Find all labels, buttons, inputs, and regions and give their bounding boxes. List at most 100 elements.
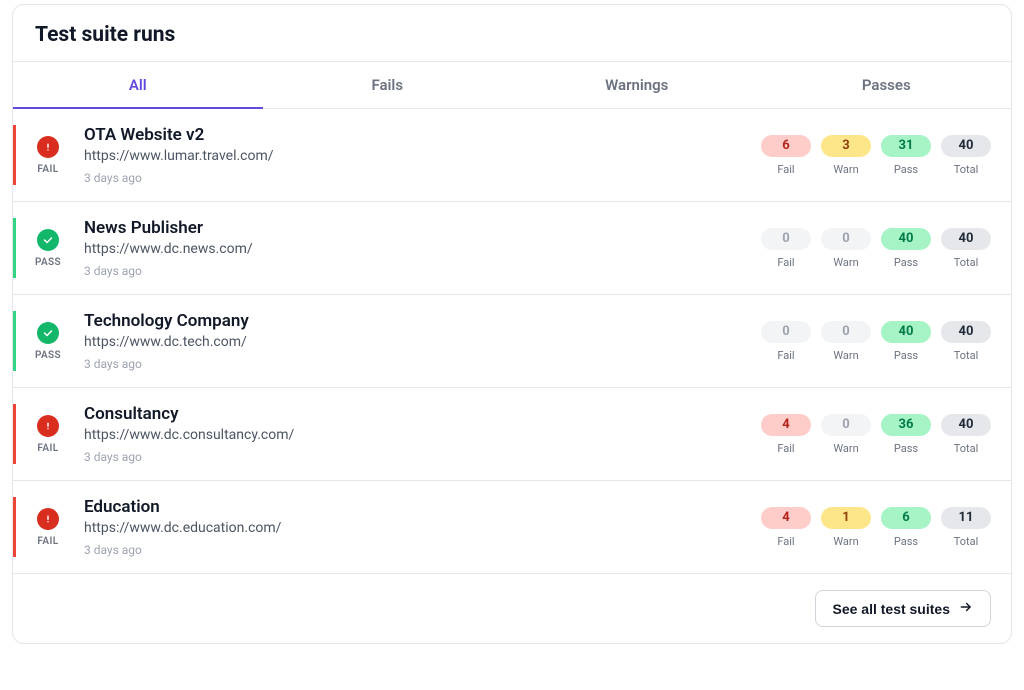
pass-label: Pass — [894, 349, 918, 362]
fail-icon — [37, 415, 59, 437]
pass-label: Pass — [894, 442, 918, 455]
warn-count: 0 — [821, 414, 871, 436]
pass-label: Pass — [894, 163, 918, 176]
run-main: Education https://www.dc.education.com/ … — [76, 497, 761, 557]
stat-warn: 1 Warn — [821, 507, 871, 548]
see-all-test-suites-button[interactable]: See all test suites — [815, 590, 991, 627]
runs-list: FAIL OTA Website v2 https://www.lumar.tr… — [13, 109, 1011, 573]
warn-label: Warn — [833, 163, 858, 176]
arrow-right-icon — [958, 600, 974, 617]
status-col: FAIL — [20, 404, 76, 464]
stat-pass: 31 Pass — [881, 135, 931, 176]
run-timestamp: 3 days ago — [84, 357, 761, 371]
page-title: Test suite runs — [35, 23, 989, 47]
test-run-row[interactable]: FAIL OTA Website v2 https://www.lumar.tr… — [13, 109, 1011, 202]
stat-pass: 36 Pass — [881, 414, 931, 455]
run-stats: 0 Fail 0 Warn 40 Pass 40 Total — [761, 218, 991, 278]
pass-count: 31 — [881, 135, 931, 157]
stat-warn: 0 Warn — [821, 321, 871, 362]
stat-fail: 0 Fail — [761, 228, 811, 269]
run-timestamp: 3 days ago — [84, 543, 761, 557]
run-stats: 4 Fail 0 Warn 36 Pass 40 Total — [761, 404, 991, 464]
run-main: Technology Company https://www.dc.tech.c… — [76, 311, 761, 371]
pass-label: Pass — [894, 256, 918, 269]
tab-passes[interactable]: Passes — [762, 62, 1012, 108]
stat-total: 40 Total — [941, 321, 991, 362]
total-label: Total — [954, 163, 979, 176]
stat-fail: 4 Fail — [761, 414, 811, 455]
run-main: News Publisher https://www.dc.news.com/ … — [76, 218, 761, 278]
fail-label: Fail — [777, 535, 794, 548]
status-label: FAIL — [37, 443, 58, 454]
stat-pass: 40 Pass — [881, 228, 931, 269]
pass-icon — [37, 229, 59, 251]
tab-warnings[interactable]: Warnings — [512, 62, 762, 108]
stat-pass: 40 Pass — [881, 321, 931, 362]
stat-total: 40 Total — [941, 414, 991, 455]
stat-fail: 0 Fail — [761, 321, 811, 362]
test-run-row[interactable]: PASS News Publisher https://www.dc.news.… — [13, 202, 1011, 295]
total-label: Total — [954, 535, 979, 548]
stat-warn: 0 Warn — [821, 228, 871, 269]
status-col: PASS — [20, 311, 76, 371]
run-main: OTA Website v2 https://www.lumar.travel.… — [76, 125, 761, 185]
run-url: https://www.dc.tech.com/ — [84, 334, 761, 350]
run-url: https://www.dc.education.com/ — [84, 520, 761, 536]
warn-count: 0 — [821, 228, 871, 250]
pass-count: 6 — [881, 507, 931, 529]
run-timestamp: 3 days ago — [84, 450, 761, 464]
tabs: All Fails Warnings Passes — [13, 62, 1011, 109]
fail-label: Fail — [777, 256, 794, 269]
total-label: Total — [954, 349, 979, 362]
status-label: PASS — [35, 257, 61, 268]
pass-count: 36 — [881, 414, 931, 436]
status-col: FAIL — [20, 125, 76, 185]
run-stats: 0 Fail 0 Warn 40 Pass 40 Total — [761, 311, 991, 371]
tab-all[interactable]: All — [13, 62, 263, 108]
status-stripe — [13, 497, 16, 557]
card-footer: See all test suites — [13, 573, 1011, 643]
status-label: PASS — [35, 350, 61, 361]
warn-label: Warn — [833, 256, 858, 269]
run-title: Consultancy — [84, 404, 761, 424]
warn-count: 3 — [821, 135, 871, 157]
test-run-row[interactable]: FAIL Consultancy https://www.dc.consulta… — [13, 388, 1011, 481]
run-url: https://www.lumar.travel.com/ — [84, 148, 761, 164]
stat-pass: 6 Pass — [881, 507, 931, 548]
fail-count: 4 — [761, 414, 811, 436]
warn-label: Warn — [833, 535, 858, 548]
run-stats: 6 Fail 3 Warn 31 Pass 40 Total — [761, 125, 991, 185]
stat-total: 40 Total — [941, 228, 991, 269]
fail-count: 6 — [761, 135, 811, 157]
run-main: Consultancy https://www.dc.consultancy.c… — [76, 404, 761, 464]
tab-fails[interactable]: Fails — [263, 62, 513, 108]
pass-count: 40 — [881, 228, 931, 250]
test-run-row[interactable]: FAIL Education https://www.dc.education.… — [13, 481, 1011, 573]
warn-count: 1 — [821, 507, 871, 529]
status-stripe — [13, 125, 16, 185]
test-run-row[interactable]: PASS Technology Company https://www.dc.t… — [13, 295, 1011, 388]
status-col: FAIL — [20, 497, 76, 557]
pass-label: Pass — [894, 535, 918, 548]
stat-total: 11 Total — [941, 507, 991, 548]
warn-count: 0 — [821, 321, 871, 343]
status-stripe — [13, 404, 16, 464]
run-timestamp: 3 days ago — [84, 264, 761, 278]
status-stripe — [13, 311, 16, 371]
status-label: FAIL — [37, 164, 58, 175]
fail-icon — [37, 508, 59, 530]
fail-label: Fail — [777, 163, 794, 176]
total-count: 40 — [941, 135, 991, 157]
run-stats: 4 Fail 1 Warn 6 Pass 11 Total — [761, 497, 991, 557]
pass-count: 40 — [881, 321, 931, 343]
warn-label: Warn — [833, 349, 858, 362]
stat-total: 40 Total — [941, 135, 991, 176]
status-stripe — [13, 218, 16, 278]
run-title: Education — [84, 497, 761, 517]
total-label: Total — [954, 442, 979, 455]
total-count: 40 — [941, 228, 991, 250]
pass-icon — [37, 322, 59, 344]
stat-fail: 4 Fail — [761, 507, 811, 548]
fail-icon — [37, 136, 59, 158]
run-url: https://www.dc.consultancy.com/ — [84, 427, 761, 443]
